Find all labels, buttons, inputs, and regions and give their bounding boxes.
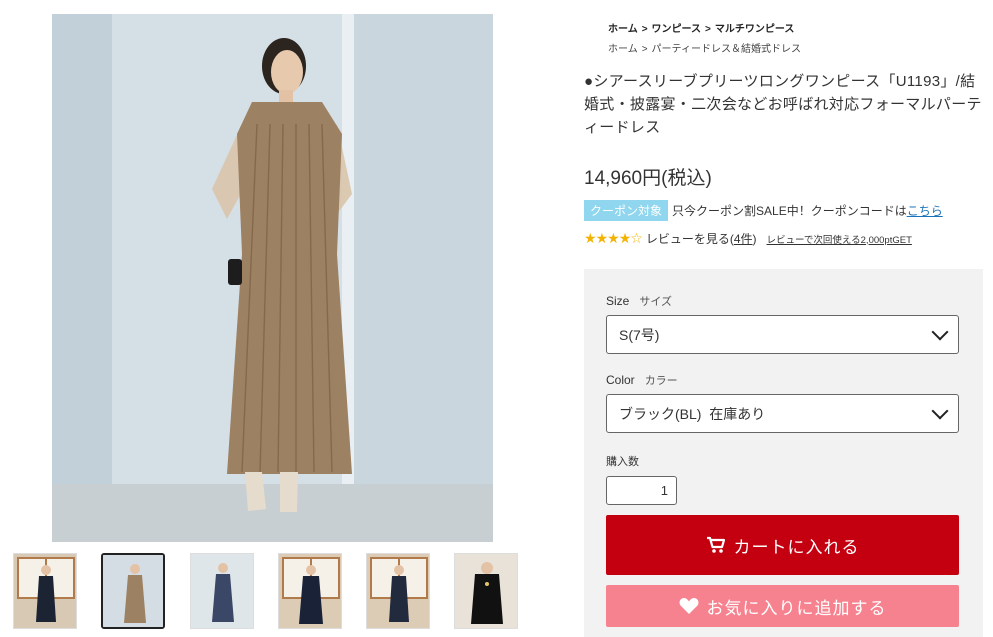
size-label-jp: サイズ bbox=[639, 296, 673, 308]
size-select-value: S(7号) bbox=[619, 326, 660, 343]
coupon-text: 只今クーポン割SALE中！クーポンコードは bbox=[672, 204, 907, 218]
breadcrumb-separator: > bbox=[705, 24, 711, 35]
add-to-cart-label: カートに入れる bbox=[733, 537, 860, 557]
chevron-down-icon bbox=[931, 402, 949, 419]
thumbnail-4[interactable] bbox=[278, 553, 342, 629]
quantity-label: 購入数 bbox=[606, 456, 639, 468]
review-count[interactable]: 4件 bbox=[734, 232, 753, 246]
star-icon: ★ bbox=[618, 230, 632, 246]
quantity-input[interactable]: 1 bbox=[606, 476, 677, 505]
breadcrumb-separator: > bbox=[641, 44, 648, 55]
breadcrumb-secondary: ホーム > パーティードレス＆結婚式ドレス bbox=[608, 40, 801, 55]
coupon-badge: クーポン対象 bbox=[584, 200, 669, 221]
add-to-cart-button[interactable]: カートに入れる bbox=[606, 515, 959, 575]
breadcrumb-separator: > bbox=[641, 24, 648, 35]
color-label: Color カラー bbox=[606, 372, 678, 388]
size-label-en: Size bbox=[606, 294, 630, 308]
color-label-en: Color bbox=[606, 373, 635, 387]
chevron-down-icon bbox=[931, 323, 949, 340]
rating-stars: ★★★★☆ bbox=[584, 230, 643, 247]
size-select[interactable]: S(7号) bbox=[606, 315, 959, 354]
product-title: ●シアースリーブプリーツロングワンピース「U1193」/結婚式・披露宴・二次会な… bbox=[584, 73, 982, 136]
purchase-panel: Size サイズ S(7号) Color カラー ブラック(BL) 在庫あり 購入数… bbox=[584, 269, 983, 637]
add-to-favorites-button[interactable]: お気に入りに追加する bbox=[606, 585, 959, 627]
add-to-favorites-label: お気に入りに追加する bbox=[706, 598, 887, 618]
coupon-row: クーポン対象 只今クーポン割SALE中！クーポンコードは こちら bbox=[584, 200, 943, 221]
color-select[interactable]: ブラック(BL) 在庫あり bbox=[606, 394, 959, 433]
review-row: ★★★★☆ レビューを見る(4件) レビューで次回使える2,000ptGET bbox=[584, 230, 912, 247]
review-link-close: ) bbox=[752, 232, 757, 246]
star-icon: ★ bbox=[584, 230, 597, 246]
main-product-image[interactable] bbox=[52, 14, 493, 542]
thumbnail-6[interactable] bbox=[454, 553, 518, 629]
review-points-link[interactable]: レビューで次回使える2,000ptGET bbox=[767, 232, 912, 246]
star-icon: ★ bbox=[595, 230, 609, 246]
size-label: Size サイズ bbox=[606, 293, 672, 309]
review-link[interactable]: レビューを見る(4件) bbox=[646, 230, 757, 247]
thumbnail-3[interactable] bbox=[190, 553, 254, 629]
breadcrumb-primary: ホーム > ワンピース > マルチワンピース bbox=[608, 20, 794, 35]
thumbnail-2[interactable] bbox=[101, 553, 165, 629]
star-empty-icon: ☆ bbox=[630, 230, 643, 246]
breadcrumb-onepiece[interactable]: ワンピース bbox=[652, 24, 702, 35]
breadcrumb-party-dress[interactable]: パーティードレス＆結婚式ドレス bbox=[652, 44, 801, 55]
product-price: 14,960円(税込) bbox=[584, 168, 712, 189]
coupon-link[interactable]: こちら bbox=[907, 202, 943, 219]
thumbnail-5[interactable] bbox=[366, 553, 430, 629]
cart-icon bbox=[706, 536, 725, 553]
color-label-jp: カラー bbox=[644, 375, 678, 387]
breadcrumb-home[interactable]: ホーム bbox=[608, 24, 638, 35]
heart-icon bbox=[679, 598, 698, 614]
star-icon: ★ bbox=[607, 230, 620, 246]
breadcrumb-home-2[interactable]: ホーム bbox=[608, 44, 638, 55]
color-select-value: ブラック(BL) 在庫あり bbox=[619, 405, 766, 422]
review-link-label: レビューを見る( bbox=[645, 232, 734, 246]
breadcrumb-multi-onepiece[interactable]: マルチワンピース bbox=[715, 24, 795, 35]
thumbnail-1[interactable] bbox=[13, 553, 77, 629]
